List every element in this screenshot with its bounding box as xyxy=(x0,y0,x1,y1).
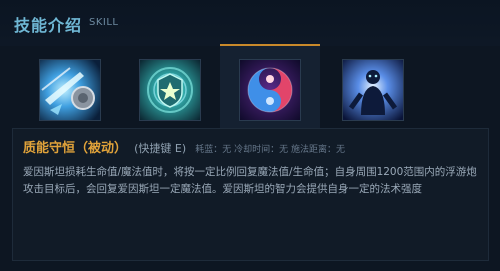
section-subtitle: SKILL xyxy=(89,17,119,28)
skill-description: 爱因斯坦损耗生命值/魔法值时，将按一定比例回复魔法值/生命值；自身周围1200范… xyxy=(23,166,477,195)
skill-tab-4[interactable] xyxy=(323,46,423,128)
section-header: 技能介绍 SKILL xyxy=(0,0,500,46)
skill-tab-3[interactable] xyxy=(220,44,320,128)
shield-emblem-icon xyxy=(139,59,201,121)
skill-detail-panel: 质能守恒（被动） (快捷键 E) 耗蓝：无 冷却时间：无 施法距离：无 爱因斯坦… xyxy=(12,128,489,261)
glowing-figure-icon xyxy=(342,59,404,121)
skill-detail-header: 质能守恒（被动） (快捷键 E) 耗蓝：无 冷却时间：无 施法距离：无 xyxy=(23,137,345,156)
ice-hammer-icon xyxy=(39,59,101,121)
skill-tabs xyxy=(0,44,500,128)
skill-stats: 耗蓝：无 冷却时间：无 施法距离：无 xyxy=(195,145,345,155)
skill-tab-1[interactable] xyxy=(20,46,120,128)
skill-name: 质能守恒（被动） xyxy=(23,141,128,156)
section-title: 技能介绍 xyxy=(14,16,83,35)
skill-tab-2[interactable] xyxy=(120,46,220,128)
skill-hotkey: (快捷键 E) xyxy=(134,142,187,155)
yin-yang-swirl-icon xyxy=(239,59,301,121)
